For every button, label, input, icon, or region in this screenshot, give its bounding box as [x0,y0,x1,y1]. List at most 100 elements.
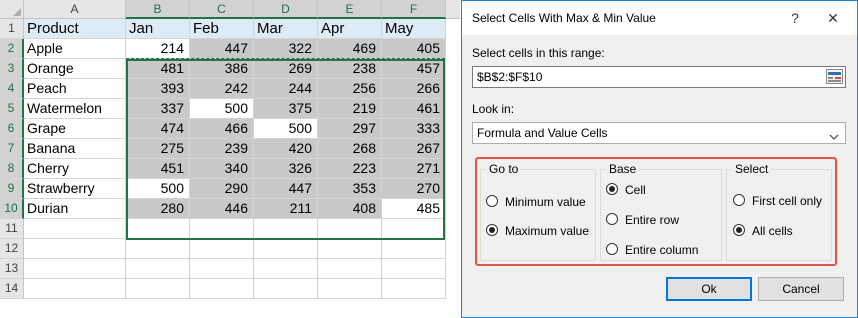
cell[interactable]: 461 [382,99,446,119]
cell[interactable]: 290 [190,179,254,199]
row-header[interactable]: 8 [0,159,24,179]
column-header-e[interactable]: E [318,0,382,19]
cell[interactable]: 256 [318,79,382,99]
cell[interactable]: 469 [318,39,382,59]
cell[interactable]: 481 [126,59,190,79]
cell[interactable]: 219 [318,99,382,119]
cell[interactable]: 337 [126,99,190,119]
row-header[interactable]: 13 [0,259,24,279]
cell[interactable]: Watermelon [24,99,126,119]
cell[interactable] [318,259,382,279]
row-header[interactable]: 10 [0,199,24,219]
radio-entire-row[interactable]: Entire row [606,212,679,228]
cell[interactable]: Grape [24,119,126,139]
cell[interactable] [24,279,126,299]
lookin-select[interactable]: Formula and Value Cells [472,122,846,144]
cell[interactable]: 447 [254,179,318,199]
radio-entire-column[interactable]: Entire column [606,242,698,258]
cell[interactable] [24,219,126,239]
cell[interactable]: 333 [382,119,446,139]
cell[interactable]: 326 [254,159,318,179]
cell[interactable]: Apr [318,19,382,39]
row-header[interactable]: 7 [0,139,24,159]
cell[interactable] [382,239,446,259]
cell[interactable]: Mar [254,19,318,39]
cell[interactable] [24,259,126,279]
cell[interactable]: 500 [126,179,190,199]
cell[interactable]: 408 [318,199,382,219]
radio-maximum-value[interactable]: Maximum value [486,223,589,239]
cell[interactable] [254,239,318,259]
range-picker-icon[interactable] [826,69,843,84]
close-button[interactable]: ✕ [818,7,848,29]
column-header-c[interactable]: C [190,0,254,19]
help-button[interactable]: ? [780,7,810,29]
cell[interactable]: 322 [254,39,318,59]
cell[interactable]: Jan [126,19,190,39]
cell[interactable]: 500 [190,99,254,119]
row-header[interactable]: 2 [0,39,24,59]
cell[interactable]: 451 [126,159,190,179]
cell[interactable]: 211 [254,199,318,219]
cell[interactable]: 269 [254,59,318,79]
cell[interactable]: 446 [190,199,254,219]
cell[interactable]: Durian [24,199,126,219]
cell[interactable] [318,239,382,259]
cell[interactable]: 485 [382,199,446,219]
cell[interactable]: Feb [190,19,254,39]
cell[interactable]: 271 [382,159,446,179]
cell[interactable] [254,259,318,279]
cell[interactable]: 214 [126,39,190,59]
cell[interactable]: 393 [126,79,190,99]
cell[interactable]: 297 [318,119,382,139]
cell[interactable] [126,259,190,279]
cell[interactable] [190,279,254,299]
cell[interactable] [126,219,190,239]
cell[interactable] [190,219,254,239]
cell[interactable]: 500 [254,119,318,139]
cell[interactable]: Apple [24,39,126,59]
row-header[interactable]: 14 [0,279,24,299]
cell[interactable]: 340 [190,159,254,179]
radio-all-cells[interactable]: All cells [733,223,793,239]
cell[interactable] [126,279,190,299]
cell[interactable]: 420 [254,139,318,159]
row-header[interactable]: 5 [0,99,24,119]
radio-minimum-value[interactable]: Minimum value [486,194,586,210]
column-header-d[interactable]: D [254,0,318,19]
cell[interactable]: 280 [126,199,190,219]
cell[interactable]: 457 [382,59,446,79]
cell[interactable]: 239 [190,139,254,159]
cell[interactable]: 353 [318,179,382,199]
range-input[interactable]: $B$2:$F$10 [472,66,846,88]
select-all-corner[interactable] [0,0,24,19]
cell[interactable] [318,279,382,299]
ok-button[interactable]: Ok [666,277,752,301]
cell[interactable] [24,239,126,259]
cell[interactable]: 375 [254,99,318,119]
column-header-b[interactable]: B [126,0,190,19]
cell[interactable]: 267 [382,139,446,159]
cell[interactable] [382,259,446,279]
row-header[interactable]: 6 [0,119,24,139]
cell[interactable] [190,259,254,279]
column-header-f[interactable]: F [382,0,446,19]
row-header[interactable]: 9 [0,179,24,199]
cell[interactable] [254,219,318,239]
cell[interactable]: 270 [382,179,446,199]
cell[interactable]: 223 [318,159,382,179]
cell[interactable]: Peach [24,79,126,99]
cell[interactable]: Orange [24,59,126,79]
row-header[interactable]: 3 [0,59,24,79]
cell[interactable]: 268 [318,139,382,159]
column-header-a[interactable]: A [24,0,126,19]
cell[interactable] [382,279,446,299]
cell[interactable]: 242 [190,79,254,99]
cell[interactable] [254,279,318,299]
cell[interactable]: 386 [190,59,254,79]
cell[interactable]: 466 [190,119,254,139]
cell[interactable]: 447 [190,39,254,59]
column-header-g[interactable] [446,0,460,19]
row-header[interactable]: 11 [0,219,24,239]
cell[interactable] [382,219,446,239]
